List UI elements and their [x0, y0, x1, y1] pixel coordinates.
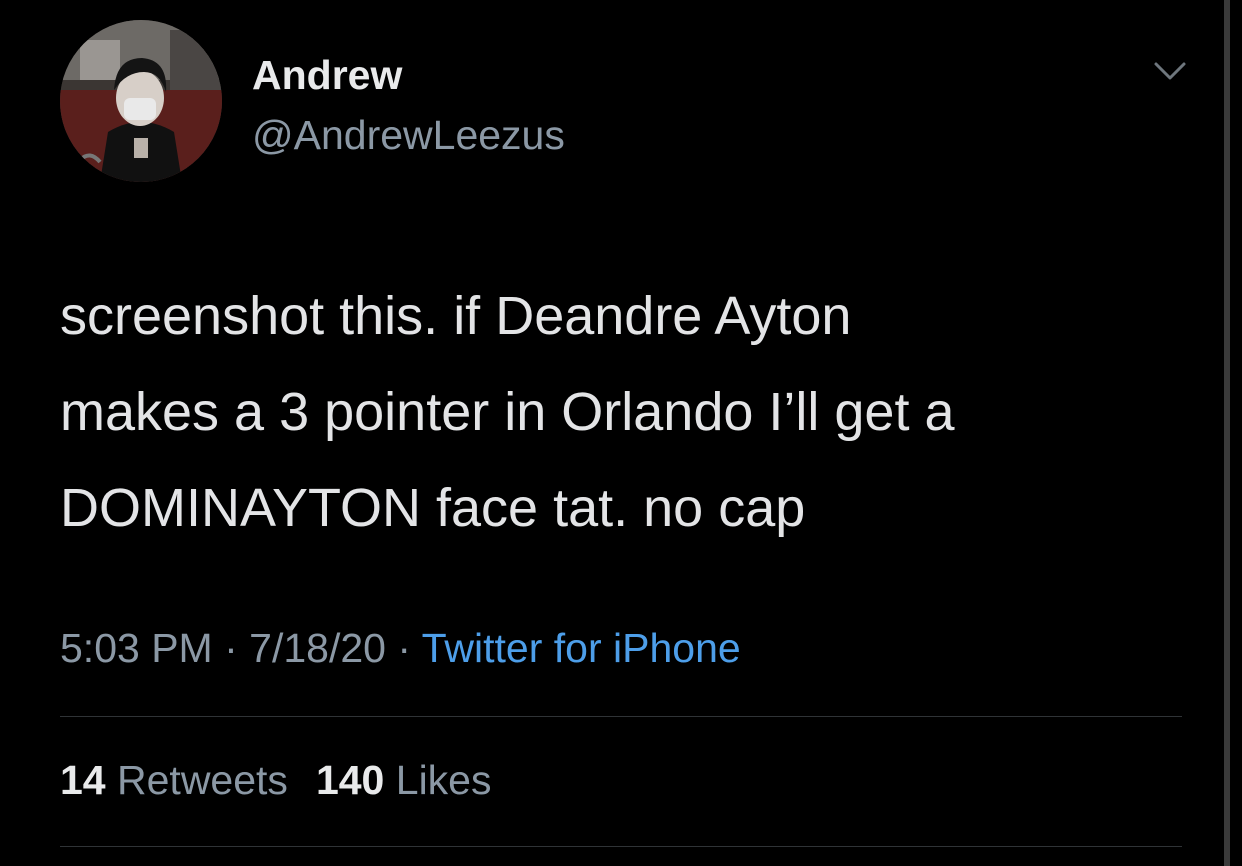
- divider: [60, 846, 1182, 847]
- meta-separator: ·: [212, 625, 250, 671]
- tweet-time: 5:03 PM: [60, 625, 213, 671]
- tweet-metadata: 5:03 PM · 7/18/20 · Twitter for iPhone: [60, 620, 741, 676]
- retweets-stat[interactable]: 14 Retweets: [60, 752, 288, 808]
- meta-separator: ·: [385, 625, 422, 671]
- display-name[interactable]: Andrew: [252, 50, 402, 100]
- divider: [60, 716, 1182, 717]
- likes-label: Likes: [395, 757, 492, 803]
- chevron-down-icon[interactable]: [1150, 56, 1190, 86]
- engagement-stats: 14 Retweets 140 Likes: [60, 752, 491, 808]
- likes-count: 140: [315, 757, 385, 803]
- retweets-count: 14: [60, 757, 106, 803]
- tweet-date: 7/18/20: [249, 625, 386, 671]
- likes-stat[interactable]: 140 Likes: [316, 752, 492, 808]
- scrollbar[interactable]: [1224, 0, 1230, 866]
- retweets-label: Retweets: [117, 757, 288, 803]
- tweet-source-link[interactable]: Twitter for iPhone: [422, 625, 741, 671]
- avatar[interactable]: [60, 20, 222, 182]
- username-handle[interactable]: @AndrewLeezus: [252, 110, 565, 160]
- profile-photo-icon: [60, 20, 222, 182]
- tweet-detail: Andrew @AndrewLeezus screenshot this. if…: [0, 0, 1242, 866]
- tweet-text: screenshot this. if Deandre Ayton makes …: [60, 286, 955, 538]
